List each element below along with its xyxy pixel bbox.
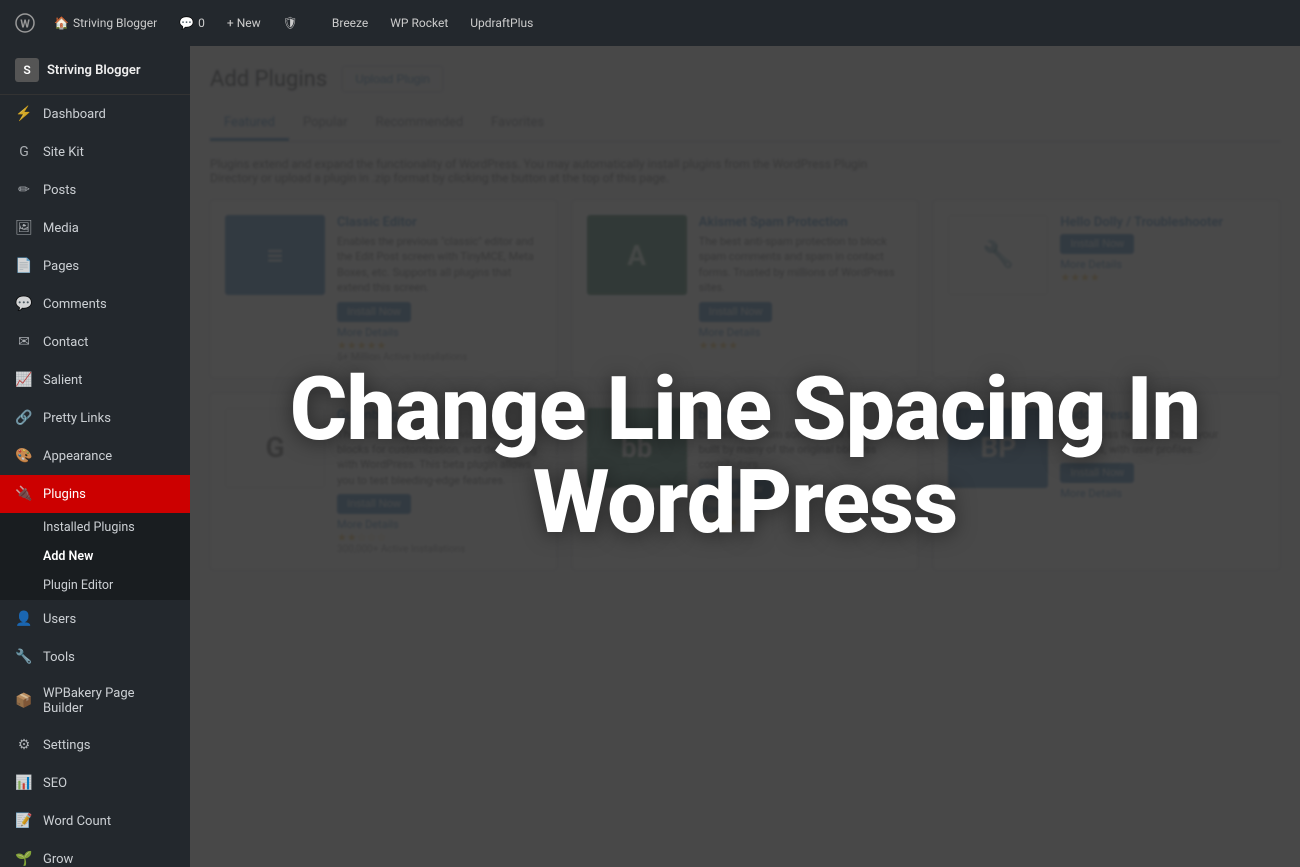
comments-menu-icon: 💬 [15, 295, 33, 313]
adminbar-shield[interactable]: 🛡 [275, 12, 306, 34]
sidebar-item-comments[interactable]: 💬 Comments [0, 285, 190, 323]
sidebar-label-posts: Posts [43, 183, 76, 198]
sidebar-label-seo: SEO [43, 776, 67, 791]
salient-icon: 📈 [15, 371, 33, 389]
adminbar-home[interactable]: 🏠 Striving Blogger [46, 12, 165, 34]
sitekit-icon: G [15, 143, 33, 161]
sidebar-site-name[interactable]: S Striving Blogger [0, 46, 190, 95]
overlay-heading: Change Line Spacing In WordPress [245, 364, 1245, 549]
home-icon: 🏠 [54, 16, 69, 30]
plugins-icon: 🔌 [15, 485, 33, 503]
sidebar-item-settings[interactable]: ⚙ Settings [0, 726, 190, 764]
sidebar-label-salient: Salient [43, 373, 82, 388]
sidebar-site-label: Striving Blogger [47, 63, 141, 78]
dashboard-icon: ⚡ [15, 105, 33, 123]
appearance-icon: 🎨 [15, 447, 33, 465]
sidebar-label-wordcount: Word Count [43, 814, 111, 829]
sidebar-item-wpbakery[interactable]: 📦 WPBakery Page Builder [0, 676, 190, 726]
sidebar-item-plugins[interactable]: 🔌 Plugins [0, 475, 190, 513]
posts-icon: ✏ [15, 181, 33, 199]
sidebar-item-grow[interactable]: 🌱 Grow [0, 840, 190, 867]
sidebar-item-posts[interactable]: ✏ Posts [0, 171, 190, 209]
sidebar-label-wpbakery: WPBakery Page Builder [43, 686, 175, 716]
adminbar-wprocket[interactable]: WP Rocket [380, 12, 458, 34]
sidebar-label-appearance: Appearance [43, 449, 112, 464]
wpbakery-icon: 📦 [15, 692, 33, 710]
sidebar-label-sitekit: Site Kit [43, 145, 84, 160]
sidebar-item-prettylinks[interactable]: 🔗 Pretty Links [0, 399, 190, 437]
sidebar-label-plugins: Plugins [43, 487, 86, 502]
adminbar-new[interactable]: + New [219, 12, 269, 34]
sidebar-label-comments: Comments [43, 297, 107, 312]
pages-icon: 📄 [15, 257, 33, 275]
adminbar-comments[interactable]: 💬 0 [171, 12, 213, 34]
sidebar-label-prettylinks: Pretty Links [43, 411, 111, 426]
sidebar-item-users[interactable]: 👤 Users [0, 600, 190, 638]
sidebar-item-dashboard[interactable]: ⚡ Dashboard [0, 95, 190, 133]
sidebar-label-settings: Settings [43, 738, 90, 753]
adminbar-new-label: + New [227, 16, 261, 30]
sidebar-item-wordcount[interactable]: 📝 Word Count [0, 802, 190, 840]
adminbar-breeze[interactable]: Breeze [322, 12, 378, 34]
sidebar-item-tools[interactable]: 🔧 Tools [0, 638, 190, 676]
sidebar-label-tools: Tools [43, 650, 75, 665]
sidebar-item-appearance[interactable]: 🎨 Appearance [0, 437, 190, 475]
adminbar-updraftplus[interactable]: UpdraftPlus [460, 12, 543, 34]
adminbar-site-name: Striving Blogger [73, 16, 157, 30]
adminbar-plugins: Breeze WP Rocket UpdraftPlus [322, 12, 543, 34]
submenu-installed-plugins[interactable]: Installed Plugins [0, 513, 190, 542]
overlay: Change Line Spacing In WordPress [190, 46, 1300, 867]
users-icon: 👤 [15, 610, 33, 628]
sidebar-label-grow: Grow [43, 852, 73, 867]
comments-icon: 💬 [179, 16, 194, 30]
settings-icon: ⚙ [15, 736, 33, 754]
submenu-plugin-editor[interactable]: Plugin Editor [0, 571, 190, 600]
sidebar-label-media: Media [43, 221, 79, 236]
sidebar-item-sitekit[interactable]: G Site Kit [0, 133, 190, 171]
svg-text:W: W [20, 18, 30, 31]
contact-icon: ✉ [15, 333, 33, 351]
main-content: Add Plugins Upload Plugin Featured Popul… [190, 46, 1300, 867]
sidebar-item-media[interactable]: 🖼 Media [0, 209, 190, 247]
plugins-submenu: Installed Plugins Add New Plugin Editor [0, 513, 190, 600]
sidebar-label-users: Users [43, 612, 76, 627]
shield-icon: 🛡 [283, 16, 298, 30]
prettylinks-icon: 🔗 [15, 409, 33, 427]
sidebar: S Striving Blogger ⚡ Dashboard G Site Ki… [0, 46, 190, 867]
sidebar-item-seo[interactable]: 📊 SEO [0, 764, 190, 802]
sidebar-label-pages: Pages [43, 259, 79, 274]
wp-logo-icon[interactable]: W [10, 8, 40, 38]
submenu-add-new[interactable]: Add New [0, 542, 190, 571]
grow-icon: 🌱 [15, 850, 33, 867]
admin-bar: W 🏠 Striving Blogger 💬 0 + New 🛡 Breeze … [0, 0, 1300, 46]
site-icon: S [15, 58, 39, 82]
tools-icon: 🔧 [15, 648, 33, 666]
media-icon: 🖼 [15, 219, 33, 237]
sidebar-item-pages[interactable]: 📄 Pages [0, 247, 190, 285]
sidebar-label-contact: Contact [43, 335, 88, 350]
sidebar-item-contact[interactable]: ✉ Contact [0, 323, 190, 361]
adminbar-comments-count: 0 [198, 16, 205, 30]
sidebar-item-salient[interactable]: 📈 Salient [0, 361, 190, 399]
sidebar-label-dashboard: Dashboard [43, 107, 106, 122]
wordcount-icon: 📝 [15, 812, 33, 830]
seo-icon: 📊 [15, 774, 33, 792]
